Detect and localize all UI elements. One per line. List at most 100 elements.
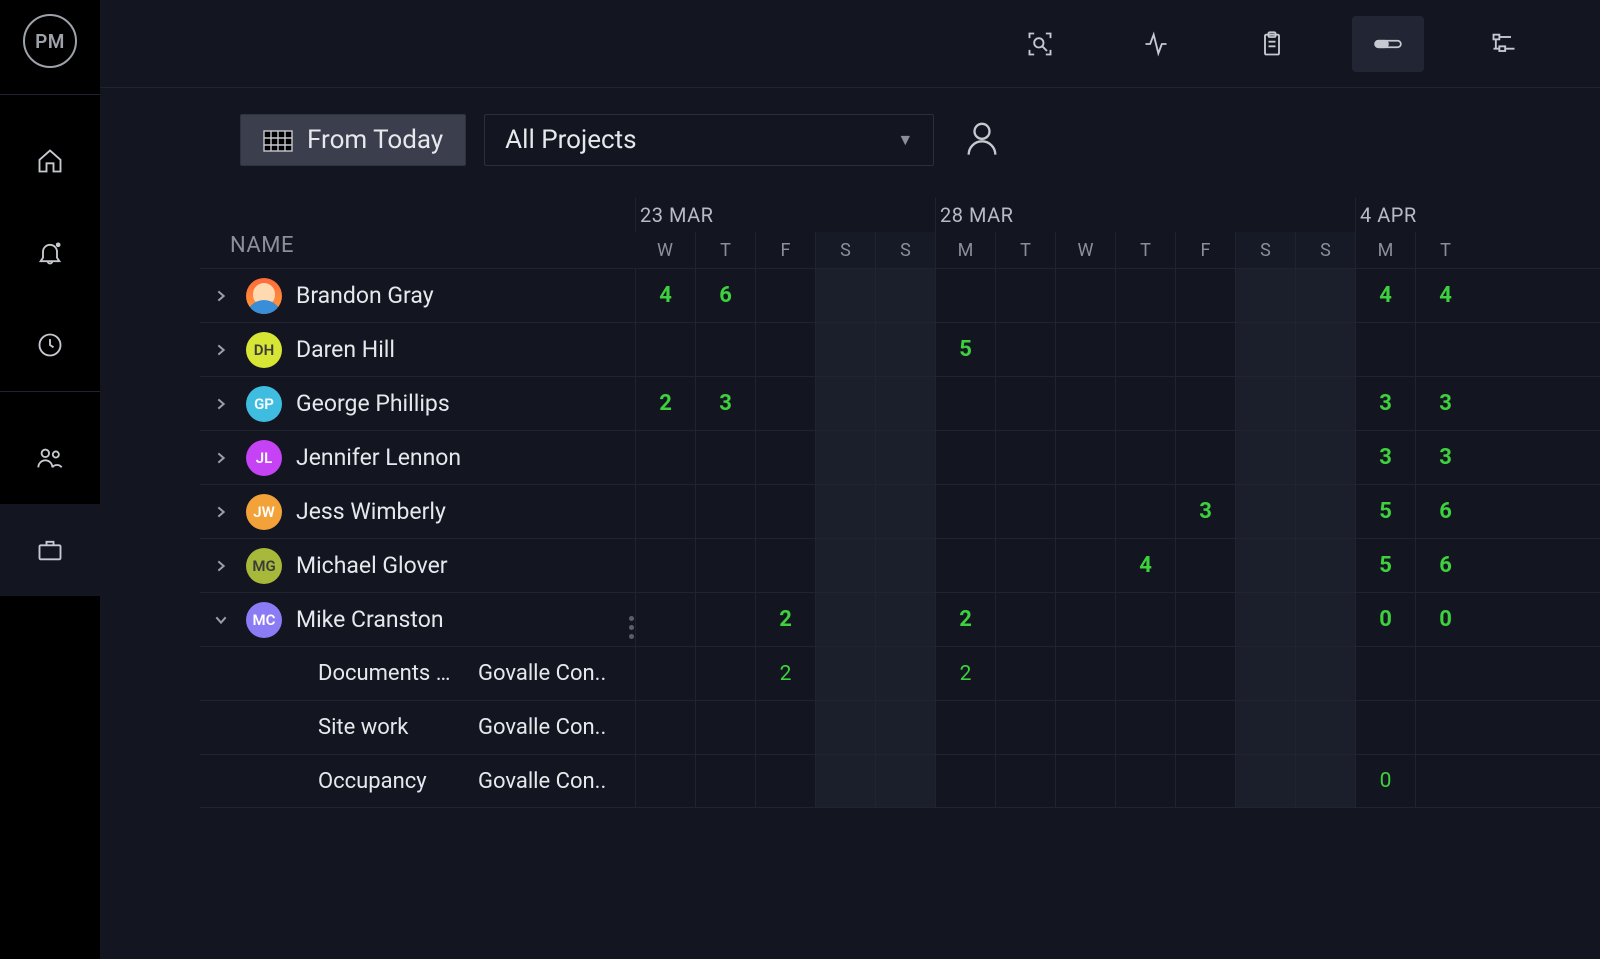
workload-cell[interactable]: 2: [935, 593, 995, 646]
workload-cell[interactable]: [1175, 647, 1235, 700]
workload-cell[interactable]: [995, 323, 1055, 376]
person-name[interactable]: Jess Wimberly: [296, 498, 446, 525]
grid-body[interactable]: Brandon Gray4644DHDaren Hill5GPGeorge Ph…: [200, 268, 1600, 959]
task-name[interactable]: Site work: [318, 715, 478, 740]
chevron-right-icon[interactable]: [210, 342, 232, 358]
workload-cell[interactable]: [755, 377, 815, 430]
chevron-right-icon[interactable]: [210, 558, 232, 574]
person-name[interactable]: Michael Glover: [296, 552, 448, 579]
workload-cell[interactable]: [1415, 323, 1475, 376]
workload-cell[interactable]: [995, 485, 1055, 538]
workload-cell[interactable]: [935, 701, 995, 754]
workload-cell[interactable]: 3: [1175, 485, 1235, 538]
workload-cell[interactable]: [635, 539, 695, 592]
sidebar-item-recent[interactable]: [0, 299, 100, 391]
project-select[interactable]: All Projects ▼: [484, 114, 934, 166]
workload-cell[interactable]: [875, 755, 935, 807]
workload-cell[interactable]: [1235, 593, 1295, 646]
workload-cell[interactable]: [995, 431, 1055, 484]
workload-cell[interactable]: [755, 539, 815, 592]
workload-cell[interactable]: [695, 701, 755, 754]
workload-cell[interactable]: [875, 485, 935, 538]
workload-cell[interactable]: [875, 539, 935, 592]
workload-cell[interactable]: [755, 323, 815, 376]
workload-cell[interactable]: [1235, 755, 1295, 807]
workload-cell[interactable]: [695, 323, 755, 376]
workload-cell[interactable]: [935, 755, 995, 807]
workload-cell[interactable]: 5: [1355, 539, 1415, 592]
workload-cell[interactable]: [1175, 593, 1235, 646]
workload-cell[interactable]: 2: [635, 377, 695, 430]
workload-cell[interactable]: 3: [1415, 431, 1475, 484]
workload-cell[interactable]: [1235, 431, 1295, 484]
workload-cell[interactable]: [635, 647, 695, 700]
workload-cell[interactable]: [755, 701, 815, 754]
workload-cell[interactable]: [1415, 647, 1475, 700]
workload-cell[interactable]: [1055, 269, 1115, 322]
workload-cell[interactable]: [695, 485, 755, 538]
sidebar-item-home[interactable]: [0, 115, 100, 207]
workload-cell[interactable]: [1355, 647, 1415, 700]
view-scan[interactable]: [1004, 16, 1076, 72]
workload-cell[interactable]: [695, 593, 755, 646]
workload-cell[interactable]: [755, 269, 815, 322]
workload-cell[interactable]: [815, 269, 875, 322]
workload-cell[interactable]: [1055, 755, 1115, 807]
workload-cell[interactable]: [995, 755, 1055, 807]
workload-cell[interactable]: [995, 269, 1055, 322]
workload-cell[interactable]: [755, 755, 815, 807]
workload-cell[interactable]: [695, 647, 755, 700]
workload-cell[interactable]: [1175, 431, 1235, 484]
workload-cell[interactable]: 6: [695, 269, 755, 322]
workload-cell[interactable]: [695, 539, 755, 592]
workload-cell[interactable]: [635, 485, 695, 538]
workload-cell[interactable]: [635, 755, 695, 807]
workload-cell[interactable]: [875, 647, 935, 700]
workload-cell[interactable]: [635, 593, 695, 646]
workload-cell[interactable]: [995, 701, 1055, 754]
workload-cell[interactable]: [935, 431, 995, 484]
workload-cell[interactable]: [1115, 701, 1175, 754]
workload-cell[interactable]: [995, 593, 1055, 646]
workload-cell[interactable]: [1235, 647, 1295, 700]
workload-cell[interactable]: [1115, 323, 1175, 376]
workload-cell[interactable]: 2: [755, 593, 815, 646]
workload-cell[interactable]: [995, 647, 1055, 700]
workload-cell[interactable]: [1055, 323, 1115, 376]
sidebar-item-briefcase[interactable]: [0, 504, 100, 596]
person-name[interactable]: George Phillips: [296, 390, 450, 417]
workload-cell[interactable]: 2: [755, 647, 815, 700]
workload-cell[interactable]: [1295, 647, 1355, 700]
workload-cell[interactable]: 5: [935, 323, 995, 376]
workload-cell[interactable]: 4: [1355, 269, 1415, 322]
workload-cell[interactable]: [815, 701, 875, 754]
view-structure[interactable]: [1468, 16, 1540, 72]
workload-cell[interactable]: [995, 539, 1055, 592]
workload-cell[interactable]: [635, 701, 695, 754]
workload-cell[interactable]: [635, 323, 695, 376]
workload-cell[interactable]: [815, 431, 875, 484]
person-name[interactable]: Daren Hill: [296, 336, 395, 363]
workload-cell[interactable]: [755, 485, 815, 538]
workload-cell[interactable]: [1295, 431, 1355, 484]
workload-cell[interactable]: [1055, 485, 1115, 538]
workload-cell[interactable]: [1115, 755, 1175, 807]
workload-cell[interactable]: [1055, 377, 1115, 430]
chevron-right-icon[interactable]: [210, 450, 232, 466]
workload-cell[interactable]: [875, 323, 935, 376]
workload-cell[interactable]: [1115, 647, 1175, 700]
workload-cell[interactable]: [815, 647, 875, 700]
sidebar-item-notifications[interactable]: [0, 207, 100, 299]
workload-cell[interactable]: [1415, 755, 1475, 807]
workload-cell[interactable]: [935, 269, 995, 322]
workload-cell[interactable]: [1115, 485, 1175, 538]
task-name[interactable]: Occupancy: [318, 769, 478, 794]
workload-cell[interactable]: 4: [1415, 269, 1475, 322]
workload-cell[interactable]: [815, 593, 875, 646]
workload-cell[interactable]: 4: [1115, 539, 1175, 592]
workload-cell[interactable]: [935, 485, 995, 538]
workload-cell[interactable]: [1055, 593, 1115, 646]
person-name[interactable]: Mike Cranston: [296, 606, 444, 633]
workload-cell[interactable]: 3: [1415, 377, 1475, 430]
person-filter-button[interactable]: [962, 118, 1002, 162]
